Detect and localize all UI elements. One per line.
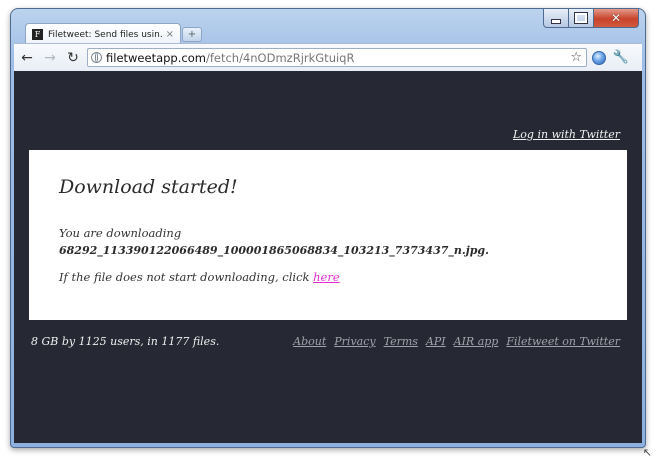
back-arrow-icon[interactable]: ←: [17, 48, 37, 68]
maximize-button[interactable]: [569, 9, 594, 28]
no-start-message: If the file does not start downloading, …: [59, 270, 340, 284]
tab-strip: F Filetweet: Send files usin... × +: [17, 21, 317, 45]
close-window-button[interactable]: ✕: [594, 9, 639, 28]
tab-title: Filetweet: Send files usin...: [48, 29, 162, 40]
footer-link-terms[interactable]: Terms: [384, 335, 418, 348]
wrench-icon[interactable]: 🔧: [611, 48, 631, 68]
url-path: /fetch/4nODmzRjrkGtuiqR: [205, 50, 355, 65]
window-caption-buttons: ✕: [543, 9, 639, 28]
browser-window: ✕ F Filetweet: Send files usin... × + ← …: [10, 8, 646, 448]
footer-link-air-app[interactable]: AIR app: [454, 335, 499, 348]
footer-link-about[interactable]: About: [293, 335, 326, 348]
new-tab-button[interactable]: +: [182, 27, 202, 42]
usage-stats: 8 GB by 1125 users, in 1177 files.: [31, 335, 220, 348]
tab-filetweet[interactable]: F Filetweet: Send files usin... ×: [25, 23, 181, 45]
minimize-button[interactable]: [543, 9, 569, 28]
forward-arrow-icon[interactable]: →: [40, 48, 60, 68]
tab-close-icon[interactable]: ×: [166, 29, 174, 40]
filetweet-favicon-icon: F: [32, 29, 43, 40]
downloading-label: You are downloading: [59, 226, 182, 240]
login-with-twitter-link[interactable]: Log in with Twitter: [513, 128, 620, 141]
url-host: filetweetapp.com: [106, 50, 206, 65]
close-icon: ✕: [610, 11, 622, 25]
footer-links: About Privacy Terms API AIR app Filetwee…: [293, 335, 620, 348]
browser-toolbar: ← → ↻ filetweetapp.com/fetch/4nODmzRjrkG…: [14, 43, 642, 72]
page-title: Download started!: [59, 176, 238, 198]
maximize-icon: [574, 12, 588, 24]
footer-link-privacy[interactable]: Privacy: [334, 335, 375, 348]
star-icon[interactable]: ☆: [570, 50, 582, 65]
footer-link-filetweet-on-twitter[interactable]: Filetweet on Twitter: [506, 335, 620, 348]
page-viewport: Log in with Twitter Download started! Yo…: [14, 71, 642, 443]
globe-icon: [91, 52, 102, 63]
reload-icon[interactable]: ↻: [63, 48, 83, 68]
download-card: Download started! You are downloading 68…: [29, 150, 627, 320]
footer-link-api[interactable]: API: [426, 335, 446, 348]
address-bar[interactable]: filetweetapp.com/fetch/4nODmzRjrkGtuiqR …: [87, 48, 587, 67]
chrome-page-icon[interactable]: [589, 48, 609, 68]
minimize-icon: [551, 18, 561, 24]
mouse-cursor-icon: ↖: [642, 446, 652, 459]
here-link[interactable]: here: [313, 270, 340, 284]
no-start-text: If the file does not start downloading, …: [59, 270, 314, 284]
download-filename: 68292_113390122066489_100001865068834_10…: [59, 244, 489, 257]
